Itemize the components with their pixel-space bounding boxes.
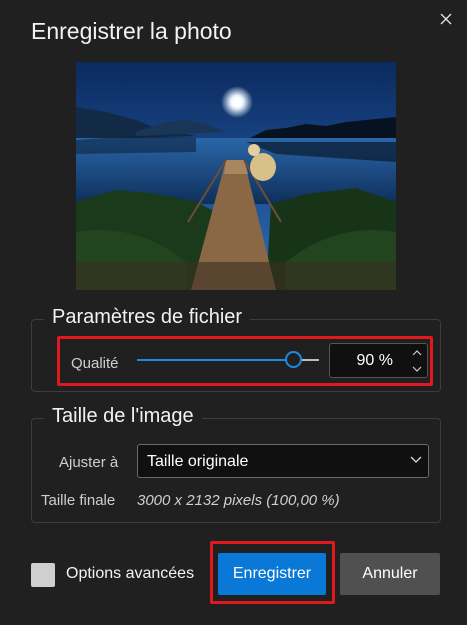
final-size-label: Taille finale <box>41 492 116 509</box>
photo-preview <box>76 62 396 290</box>
chevron-down-icon <box>412 366 422 372</box>
adjust-select-value: Taille originale <box>147 453 249 470</box>
dialog-title: Enregistrer la photo <box>31 18 232 44</box>
quality-label: Qualité <box>71 355 119 372</box>
chevron-up-icon <box>412 350 422 356</box>
quality-slider-fill[interactable] <box>137 359 287 361</box>
quality-value[interactable]: 90 % <box>357 352 393 370</box>
spin-up-button[interactable] <box>410 346 424 360</box>
chevron-down-icon <box>410 456 422 463</box>
quality-slider-thumb[interactable] <box>285 351 302 368</box>
cancel-button[interactable]: Annuler <box>340 553 440 595</box>
file-params-legend: Paramètres de fichier <box>44 306 251 329</box>
spin-down-button[interactable] <box>410 362 424 376</box>
advanced-options-label[interactable]: Options avancées <box>66 565 194 583</box>
advanced-options-checkbox[interactable] <box>31 563 55 587</box>
adjust-label: Ajuster à <box>59 454 119 471</box>
close-button[interactable] <box>434 7 458 31</box>
close-icon <box>440 13 452 25</box>
quality-slider-rest[interactable] <box>300 359 319 361</box>
quality-stepper[interactable]: 90 % <box>329 343 428 378</box>
final-size-value: 3000 x 2132 pixels (100,00 %) <box>137 492 340 509</box>
adjust-select[interactable]: Taille originale <box>137 444 429 478</box>
image-size-legend: Taille de l'image <box>44 405 202 428</box>
save-button[interactable]: Enregistrer <box>218 553 326 595</box>
